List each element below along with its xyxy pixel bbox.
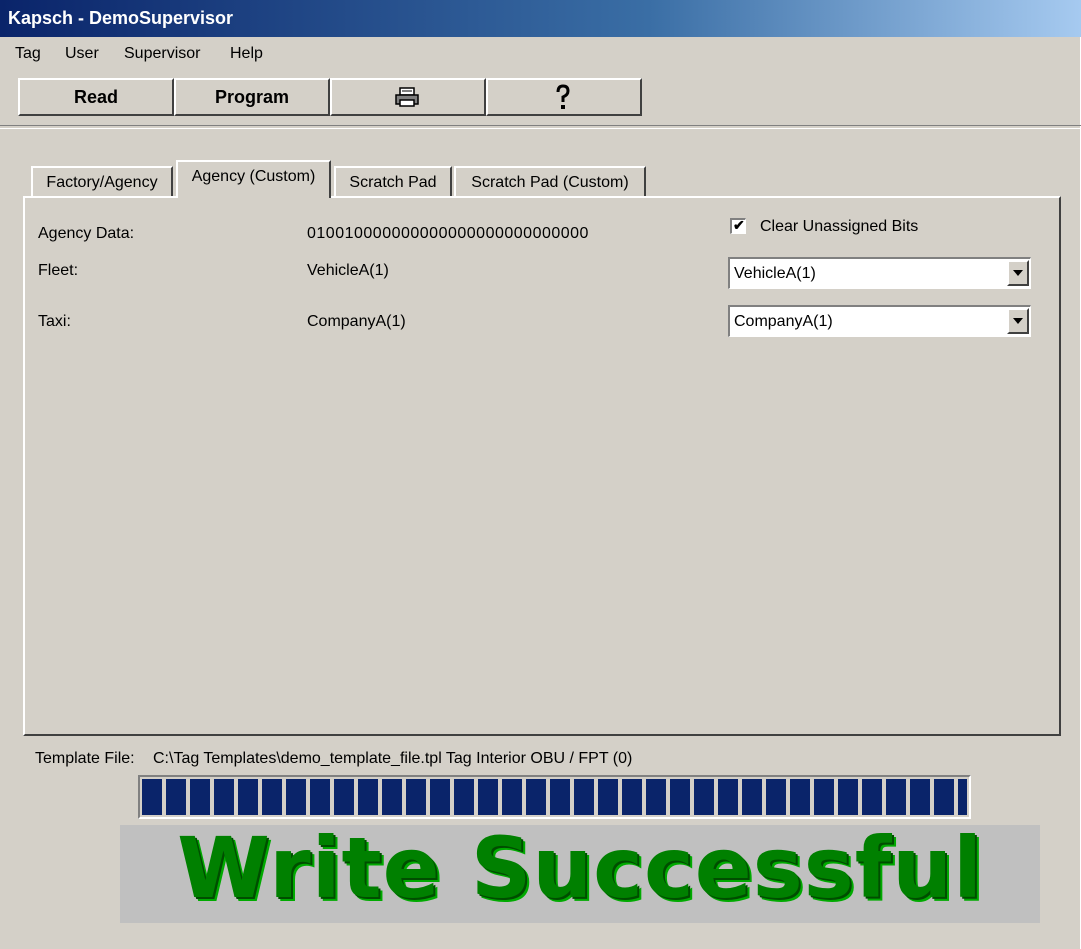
fleet-select[interactable]: VehicleA(1) bbox=[728, 257, 1031, 289]
print-button[interactable] bbox=[330, 78, 486, 116]
menu-tag[interactable]: Tag bbox=[15, 45, 41, 63]
taxi-value: CompanyA(1) bbox=[307, 313, 406, 330]
taxi-label: Taxi: bbox=[38, 313, 71, 330]
clear-bits-label[interactable]: Clear Unassigned Bits bbox=[760, 218, 918, 236]
menu-bar: Tag User Supervisor Help bbox=[0, 37, 1081, 69]
help-button[interactable] bbox=[486, 78, 642, 116]
chevron-down-icon[interactable] bbox=[1007, 260, 1029, 286]
fleet-label: Fleet: bbox=[38, 262, 79, 279]
clear-bits-checkbox[interactable]: ✔ bbox=[730, 217, 746, 234]
check-icon: ✔ bbox=[733, 217, 745, 233]
tab-agency-custom[interactable]: Agency (Custom) bbox=[176, 160, 331, 198]
fleet-value: VehicleA(1) bbox=[307, 262, 389, 279]
status-message: Write Successful bbox=[177, 825, 983, 917]
tab-scratch-pad-custom[interactable]: Scratch Pad (Custom) bbox=[454, 166, 646, 196]
taxi-select-value: CompanyA(1) bbox=[734, 313, 833, 330]
fleet-select-value: VehicleA(1) bbox=[734, 265, 816, 282]
main-window: Kapsch - DemoSupervisor Tag User Supervi… bbox=[0, 0, 1081, 949]
status-banner: Write Successful bbox=[120, 825, 1040, 923]
progress-bar bbox=[138, 775, 971, 819]
chevron-down-icon[interactable] bbox=[1007, 308, 1029, 334]
toolbar-divider bbox=[0, 125, 1081, 129]
template-file-label: Template File: bbox=[35, 750, 135, 767]
menu-user[interactable]: User bbox=[65, 45, 99, 63]
title-bar[interactable]: Kapsch - DemoSupervisor bbox=[0, 0, 1081, 37]
program-button[interactable]: Program bbox=[174, 78, 330, 116]
tab-scratch-pad[interactable]: Scratch Pad bbox=[334, 166, 452, 196]
agency-data-value: 010010000000000000000000000000 bbox=[307, 225, 589, 242]
agency-data-label: Agency Data: bbox=[38, 225, 135, 242]
menu-help[interactable]: Help bbox=[230, 45, 263, 63]
tab-factory-agency[interactable]: Factory/Agency bbox=[31, 166, 173, 196]
taxi-select[interactable]: CompanyA(1) bbox=[728, 305, 1031, 337]
template-file-value: C:\Tag Templates\demo_template_file.tpl … bbox=[153, 750, 633, 767]
help-icon bbox=[556, 84, 570, 109]
printer-icon bbox=[395, 87, 419, 107]
window-title: Kapsch - DemoSupervisor bbox=[8, 8, 234, 28]
menu-supervisor[interactable]: Supervisor bbox=[124, 45, 200, 63]
read-button[interactable]: Read bbox=[18, 78, 174, 116]
progress-fill bbox=[142, 779, 967, 815]
